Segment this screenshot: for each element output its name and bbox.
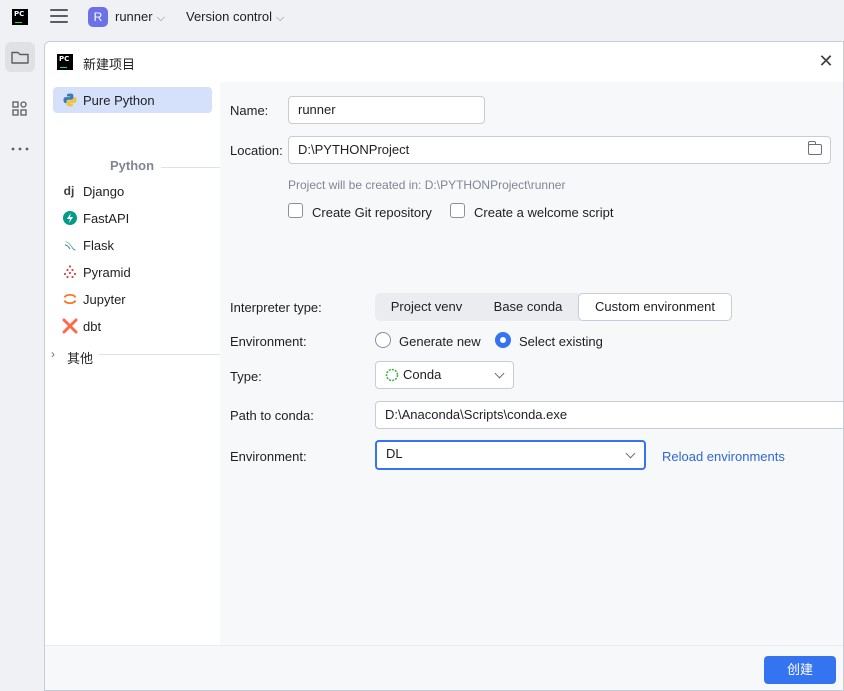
git-repo-label: Create Git repository (312, 205, 432, 220)
location-input[interactable]: D:\PYTHONProject (288, 136, 831, 164)
close-icon[interactable]: ✕ (817, 52, 835, 70)
select-existing-radio[interactable] (495, 332, 511, 348)
environment-label: Environment: (230, 449, 307, 464)
conda-path-label: Path to conda: (230, 408, 314, 423)
sidebar-item-label: Flask (83, 238, 115, 253)
interpreter-type-segmented: Project venv Base conda Custom environme… (375, 293, 732, 321)
divider (161, 167, 220, 168)
sidebar-item-django[interactable]: dj Django (53, 178, 212, 204)
tab-custom-environment[interactable]: Custom environment (578, 293, 732, 321)
group-label: Python (110, 158, 155, 173)
title-bar: PC R runner ⌵ Version control ⌵ (0, 0, 844, 36)
chevron-down-icon: ⌵ (156, 12, 165, 24)
sidebar-item-label: FastAPI (83, 211, 130, 226)
sidebar-item-pure-python[interactable]: Pure Python (53, 87, 212, 113)
dialog-header: PC 新建项目 ✕ (45, 42, 843, 83)
location-value: D:\PYTHONProject (298, 142, 410, 157)
chevron-down-icon (494, 368, 505, 379)
sidebar-item-label: Pure Python (83, 93, 155, 108)
chevron-right-icon: › (51, 347, 55, 361)
dialog-title: 新建项目 (83, 57, 136, 72)
project-switcher[interactable]: runner ⌵ (115, 9, 165, 25)
pycharm-logo: PC (12, 9, 28, 25)
create-button[interactable]: 创建 (764, 656, 836, 684)
reload-environments-link[interactable]: Reload environments (662, 449, 785, 464)
divider (99, 354, 220, 355)
new-project-dialog: PC 新建项目 ✕ Pure Python Python dj Django F… (44, 41, 844, 691)
jupyter-icon (63, 293, 77, 305)
environment-mode-label: Environment: (230, 334, 307, 349)
conda-path-input[interactable]: D:\Anaconda\Scripts\conda.exe (375, 401, 843, 429)
more-icon (11, 147, 29, 151)
sidebar-item-pyramid[interactable]: Pyramid (53, 259, 212, 285)
sidebar-item-label: Django (83, 184, 125, 199)
main-menu-button[interactable] (50, 9, 68, 25)
sidebar-group-other[interactable]: › 其他 (51, 342, 212, 368)
tool-window-strip (0, 36, 44, 691)
conda-icon (385, 368, 399, 382)
project-name: runner (115, 9, 153, 24)
type-dropdown[interactable]: Conda (375, 361, 514, 389)
tab-project-venv[interactable]: Project venv (375, 293, 478, 321)
sidebar-item-jupyter[interactable]: Jupyter (53, 286, 212, 312)
python-icon (63, 93, 77, 107)
vcs-widget[interactable]: Version control ⌵ (186, 9, 284, 25)
generate-new-radio[interactable] (375, 332, 391, 348)
chevron-down-icon (625, 448, 636, 459)
select-existing-label: Select existing (519, 334, 603, 349)
name-label: Name: (230, 103, 269, 118)
project-tool-button[interactable] (5, 42, 35, 72)
pycharm-logo: PC (57, 54, 73, 70)
group-label: 其他 (67, 351, 94, 366)
django-icon: dj (63, 184, 75, 198)
group-header-python: Python (45, 158, 220, 174)
welcome-script-label: Create a welcome script (474, 205, 614, 220)
sidebar-item-fastapi[interactable]: FastAPI (53, 205, 212, 231)
vcs-label: Version control (186, 9, 272, 24)
git-repo-checkbox[interactable] (288, 203, 303, 218)
project-type-list: Pure Python Python dj Django FastAPI Fla… (45, 82, 220, 645)
sidebar-item-label: Jupyter (83, 292, 126, 307)
welcome-script-checkbox[interactable] (450, 203, 465, 218)
conda-path-value: D:\Anaconda\Scripts\conda.exe (385, 407, 568, 422)
flask-icon (64, 241, 76, 251)
more-tools-button[interactable] (5, 134, 35, 164)
location-label: Location: (230, 143, 283, 158)
sidebar-item-flask[interactable]: Flask (53, 232, 212, 258)
interpreter-type-label: Interpreter type: (230, 300, 322, 315)
project-settings-panel: Name: runner Location: D:\PYTHONProject … (220, 82, 843, 645)
environment-value: DL (386, 446, 403, 461)
location-hint: Project will be created in: D:\PYTHONPro… (288, 178, 566, 192)
pyramid-icon (63, 265, 77, 279)
project-avatar: R (88, 7, 108, 27)
structure-tool-button[interactable] (5, 94, 35, 124)
dbt-icon (62, 318, 78, 334)
sidebar-item-label: dbt (83, 319, 102, 334)
structure-icon (12, 101, 27, 116)
chevron-down-icon: ⌵ (276, 12, 285, 24)
fastapi-icon (63, 211, 77, 225)
type-value: Conda (403, 367, 442, 382)
dialog-footer: 创建 (45, 645, 843, 690)
generate-new-label: Generate new (399, 334, 481, 349)
sidebar-item-dbt[interactable]: dbt (53, 313, 212, 339)
type-label: Type: (230, 369, 262, 384)
environment-dropdown[interactable]: DL (375, 440, 646, 470)
name-input[interactable]: runner (288, 96, 485, 124)
sidebar-item-label: Pyramid (83, 265, 131, 280)
tab-base-conda[interactable]: Base conda (478, 293, 578, 321)
folder-icon[interactable] (808, 141, 822, 155)
folder-icon (11, 51, 29, 64)
